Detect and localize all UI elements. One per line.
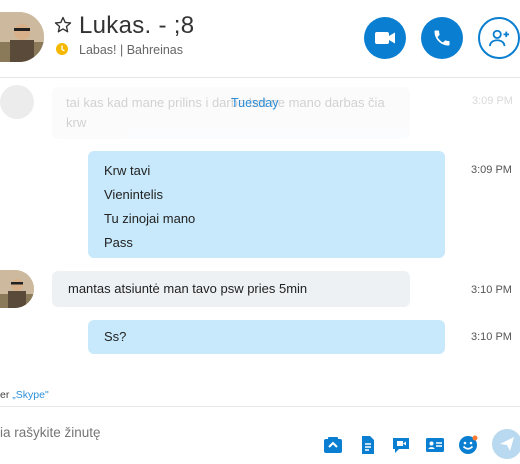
notice-prefix: er [0, 389, 13, 401]
skype-link[interactable]: „Skype" [12, 389, 48, 401]
contact-avatar[interactable] [0, 12, 44, 62]
faded-avatar [0, 85, 34, 119]
video-message-icon[interactable] [391, 435, 411, 455]
emoji-icon[interactable] [458, 435, 478, 455]
send-icon [500, 437, 514, 451]
message-bubble-outgoing[interactable]: Ss? [88, 320, 445, 354]
faded-timestamp: 3:09 PM [472, 95, 513, 107]
conversation-header: Lukas. - ;8 Labas! | Bahreinas [0, 0, 520, 78]
contact-name[interactable]: Lukas. - ;8 [79, 12, 194, 40]
add-people-button[interactable] [478, 17, 520, 59]
media-icon[interactable] [323, 435, 343, 455]
away-clock-icon [56, 43, 68, 55]
audio-call-icon [434, 30, 450, 46]
compose-bar [0, 406, 520, 464]
message-line: Krw tavi [104, 163, 151, 178]
message-list[interactable]: tai kas kad mane prilins i darba bet ne … [0, 79, 520, 379]
file-icon[interactable] [358, 435, 378, 455]
faded-message: tai kas kad mane prilins i darba bet ne … [52, 87, 410, 139]
message-bubble-outgoing[interactable]: Krw tavi Vienintelis Tu zinojai mano Pas… [88, 151, 445, 258]
audio-call-button[interactable] [421, 17, 463, 59]
mood-message: Labas! | Bahreinas [79, 43, 184, 57]
message-timestamp: 3:09 PM [471, 164, 512, 176]
star-icon[interactable] [54, 16, 72, 34]
message-line: Pass [104, 235, 133, 250]
video-call-button[interactable] [364, 17, 406, 59]
day-divider: Tuesday [231, 96, 279, 110]
message-timestamp: 3:10 PM [471, 331, 512, 343]
skype-notice: er „Skype" [0, 389, 49, 401]
message-timestamp: 3:10 PM [471, 284, 512, 296]
contact-card-icon[interactable] [425, 435, 445, 455]
message-input[interactable] [0, 425, 310, 440]
message-line: Tu zinojai mano [104, 211, 196, 226]
add-people-icon [489, 29, 509, 47]
video-call-icon [375, 32, 395, 44]
sender-avatar[interactable] [0, 270, 34, 308]
send-button[interactable] [492, 429, 520, 459]
message-bubble-incoming[interactable]: mantas atsiuntė man tavo psw pries 5min [52, 271, 410, 307]
message-line: Vienintelis [104, 187, 164, 202]
